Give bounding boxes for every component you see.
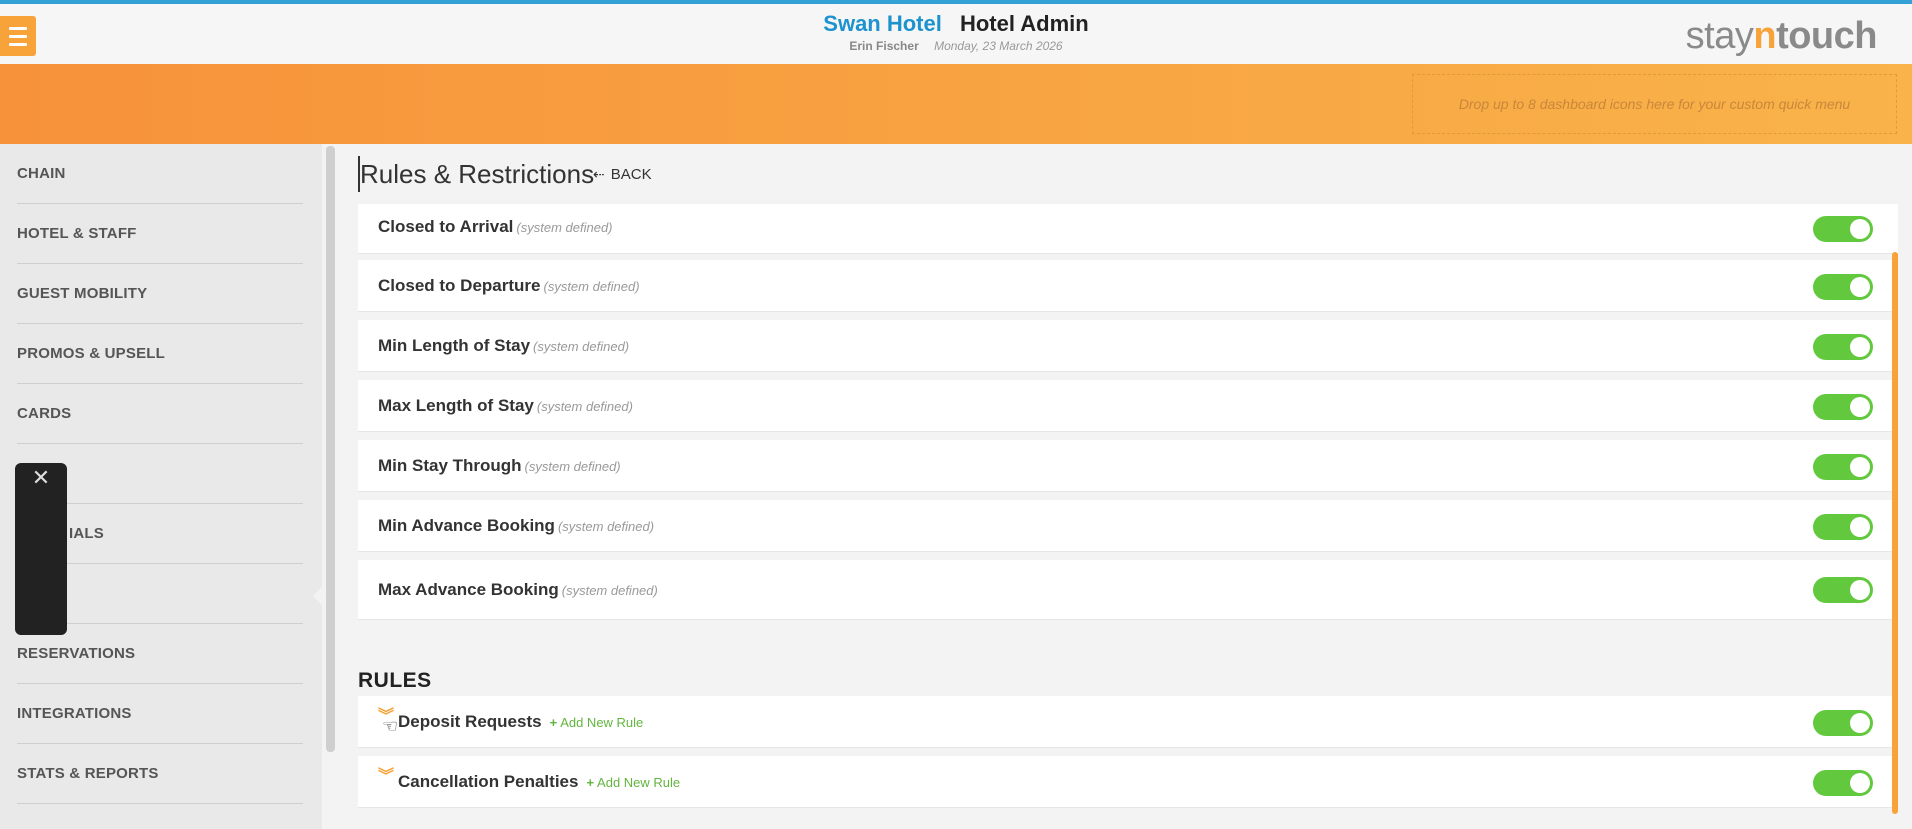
restriction-row: Max Length of Stay (system defined) [358, 380, 1898, 432]
rule-label: Deposit Requests [398, 712, 542, 731]
quick-menu-dropzone[interactable]: Drop up to 8 dashboard icons here for yo… [1412, 74, 1897, 134]
sidebar-scrollbar[interactable] [326, 146, 335, 752]
restriction-row: Min Advance Booking (system defined) [358, 500, 1898, 552]
back-arrow-icon: ⇠ [593, 166, 605, 182]
main-content: Rules & Restrictions ⇠ BACK Closed to Arr… [338, 144, 1912, 829]
restriction-label: Closed to Arrival [378, 217, 514, 236]
sidebar-item-hotel-staff[interactable]: HOTEL & STAFF [17, 204, 303, 264]
restriction-label: Min Advance Booking [378, 516, 555, 535]
sidebar-item-integrations[interactable]: INTEGRATIONS [17, 684, 303, 744]
hotel-name[interactable]: Swan Hotel [823, 11, 942, 36]
restriction-toggle[interactable] [1813, 334, 1873, 360]
restriction-label: Max Advance Booking [378, 580, 559, 599]
sidebar-pointer [313, 586, 323, 606]
sidebar-item-promos-upsell[interactable]: PROMOS & UPSELL [17, 324, 303, 384]
restriction-label: Closed to Departure [378, 276, 541, 295]
sidebar-item-stats-reports[interactable]: STATS & REPORTS [17, 744, 303, 804]
add-new-rule-link[interactable]: + Add New Rule [550, 715, 644, 730]
plus-icon: + [549, 715, 558, 730]
restriction-toggle[interactable] [1813, 216, 1873, 242]
restriction-toggle[interactable] [1813, 274, 1873, 300]
restriction-toggle[interactable] [1813, 514, 1873, 540]
header-title: Swan Hotel Hotel Admin Erin Fischer Mond… [0, 10, 1912, 54]
rule-toggle[interactable] [1813, 770, 1873, 796]
sidebar-item-guest-mobility[interactable]: GUEST MOBILITY [17, 264, 303, 324]
rule-toggle[interactable] [1813, 710, 1873, 736]
restriction-label: Min Length of Stay [378, 336, 531, 355]
restriction-toggle[interactable] [1813, 577, 1873, 603]
restriction-row: Min Length of Stay (system defined) [358, 320, 1898, 372]
add-new-rule-link[interactable]: + Add New Rule [586, 775, 680, 790]
restriction-row: Max Advance Booking (system defined) [358, 560, 1898, 620]
overlay-popup: ✕ [15, 463, 67, 635]
sidebar-item-chain[interactable]: CHAIN [17, 144, 303, 204]
back-button[interactable]: ⇠ BACK [593, 164, 652, 185]
user-name: Erin Fischer [849, 39, 919, 53]
rules-heading: RULES [358, 669, 432, 692]
page-title: Rules & Restrictions [358, 156, 594, 192]
quick-menu-bar: Drop up to 8 dashboard icons here for yo… [0, 64, 1912, 144]
plus-icon: + [586, 775, 595, 790]
rule-row: ︾ Deposit Requests + Add New Rule [358, 696, 1898, 748]
rule-label: Cancellation Penalties [398, 772, 579, 791]
restriction-row: Closed to Arrival (system defined) [358, 204, 1898, 254]
restriction-row: Closed to Departure (system defined) [358, 260, 1898, 312]
restriction-row: Min Stay Through (system defined) [358, 440, 1898, 492]
main-scrollbar[interactable] [1892, 252, 1898, 814]
rule-row: ︾ Cancellation Penalties + Add New Rule [358, 756, 1898, 808]
restriction-label: Max Length of Stay [378, 396, 534, 415]
app-title: Hotel Admin [959, 11, 1089, 36]
chevron-down-icon[interactable]: ︾ [378, 768, 394, 786]
current-date: Monday, 23 March 2026 [934, 39, 1063, 53]
sidebar-item-cards[interactable]: CARDS [17, 384, 303, 444]
top-header: Swan Hotel Hotel Admin Erin Fischer Mond… [0, 0, 1912, 64]
brand-logo: stayntouch [1685, 15, 1878, 57]
restriction-label: Min Stay Through [378, 456, 522, 475]
close-icon[interactable]: ✕ [15, 465, 67, 491]
restriction-toggle[interactable] [1813, 454, 1873, 480]
restriction-toggle[interactable] [1813, 394, 1873, 420]
hand-cursor-icon: ☜ [382, 716, 399, 736]
